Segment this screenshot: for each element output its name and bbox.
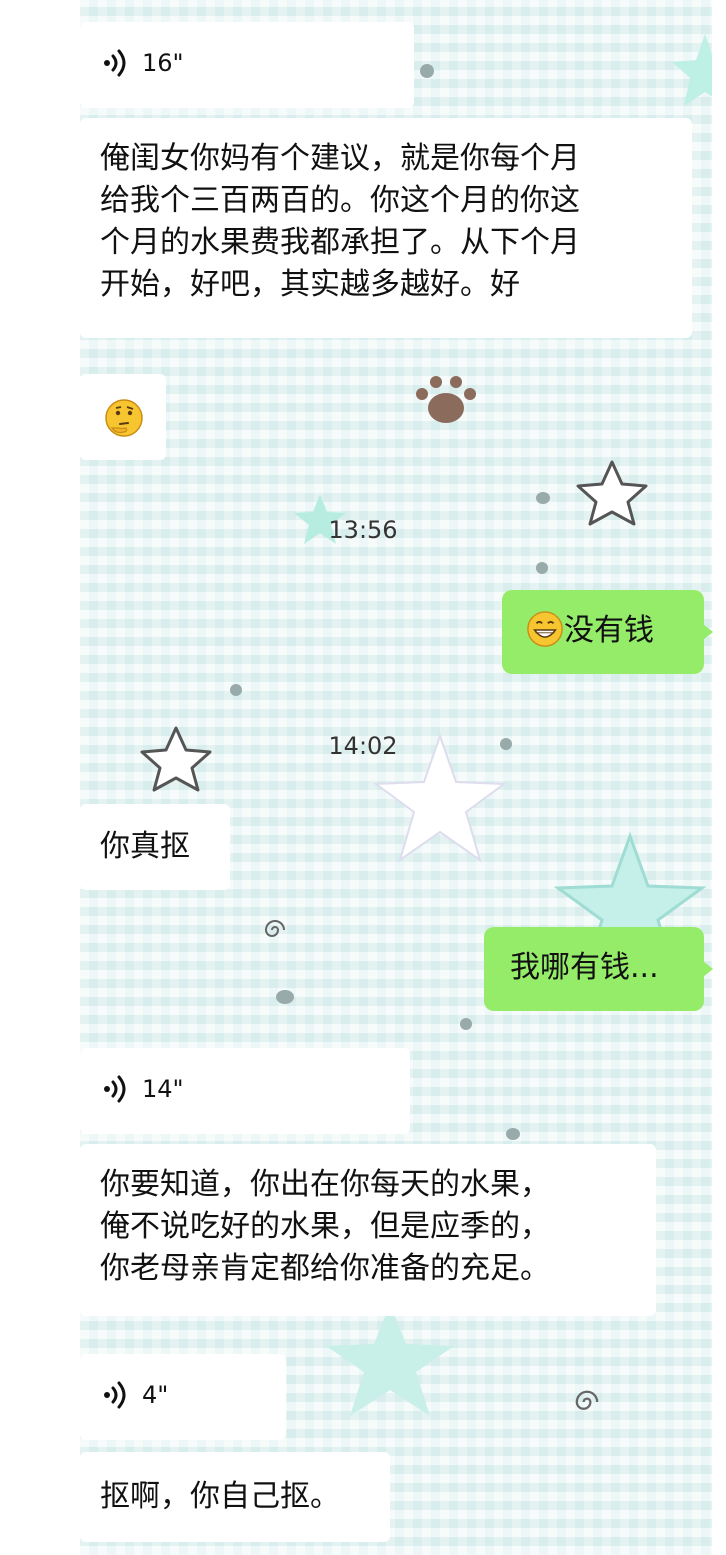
message-line: 俺不说吃好的水果，但是应季的， — [100, 1209, 550, 1244]
sent-message-bubble[interactable]: 没有钱 — [502, 590, 713, 674]
message-line: 俺闺女你妈有个建议，就是你每个月 — [100, 141, 580, 176]
voice-duration: 4" — [142, 1381, 169, 1409]
spiral-icon — [575, 1390, 599, 1410]
voice-message-bubble[interactable]: 16" — [80, 22, 414, 108]
message-line: 开始，好吧，其实越多越好。好 — [100, 267, 520, 302]
message-line: 你老母亲肯定都给你准备的充足。 — [100, 1251, 550, 1286]
text-message-bubble[interactable]: 你要知道，你出在你每天的水果， 俺不说吃好的水果，但是应季的， 你老母亲肯定都给… — [80, 1144, 656, 1316]
dot-decoration — [536, 492, 550, 504]
text-message-bubble[interactable]: 俺闺女你妈有个建议，就是你每个月 给我个三百两百的。你这个月的你这 个月的水果费… — [80, 118, 692, 338]
paw-print-icon — [416, 376, 476, 423]
voice-duration: 16" — [142, 49, 184, 77]
grinning-face-icon — [527, 611, 563, 647]
dot-decoration — [536, 562, 548, 574]
message-content: 没有钱 — [526, 611, 654, 648]
message-line: 个月的水果费我都承担了。从下个月 — [100, 225, 580, 260]
dot-decoration — [230, 684, 242, 696]
timestamp: 13:56 — [328, 516, 398, 544]
star-icon — [672, 34, 712, 106]
dot-decoration — [460, 1018, 472, 1030]
dot-decoration — [506, 1128, 520, 1140]
message-text: 你真抠 — [100, 829, 190, 864]
emoji-message-bubble[interactable] — [80, 374, 166, 460]
voice-wave-icon — [104, 1075, 126, 1103]
dot-decoration — [420, 64, 434, 78]
voice-wave-icon — [104, 1381, 126, 1409]
message-text: 没有钱 — [564, 613, 654, 648]
voice-wave-icon — [104, 49, 126, 77]
message-text: 我哪有钱... — [510, 950, 659, 985]
message-text: 抠啊，你自己抠。 — [100, 1479, 340, 1514]
message-line: 给我个三百两百的。你这个月的你这 — [100, 183, 580, 218]
spiral-icon — [264, 920, 285, 937]
sent-message-bubble[interactable]: 我哪有钱... — [484, 927, 713, 1011]
message-line: 你要知道，你出在你每天的水果， — [100, 1167, 550, 1202]
thinking-face-icon — [105, 399, 143, 437]
star-icon — [326, 1304, 454, 1416]
dot-decoration — [276, 990, 294, 1004]
text-message-bubble[interactable]: 你真抠 — [80, 804, 230, 890]
text-message-bubble[interactable]: 抠啊，你自己抠。 — [80, 1452, 390, 1542]
voice-message-bubble[interactable]: 4" — [80, 1354, 286, 1440]
voice-message-bubble[interactable]: 14" — [80, 1048, 410, 1134]
timestamp: 14:02 — [328, 732, 398, 760]
voice-duration: 14" — [142, 1075, 184, 1103]
